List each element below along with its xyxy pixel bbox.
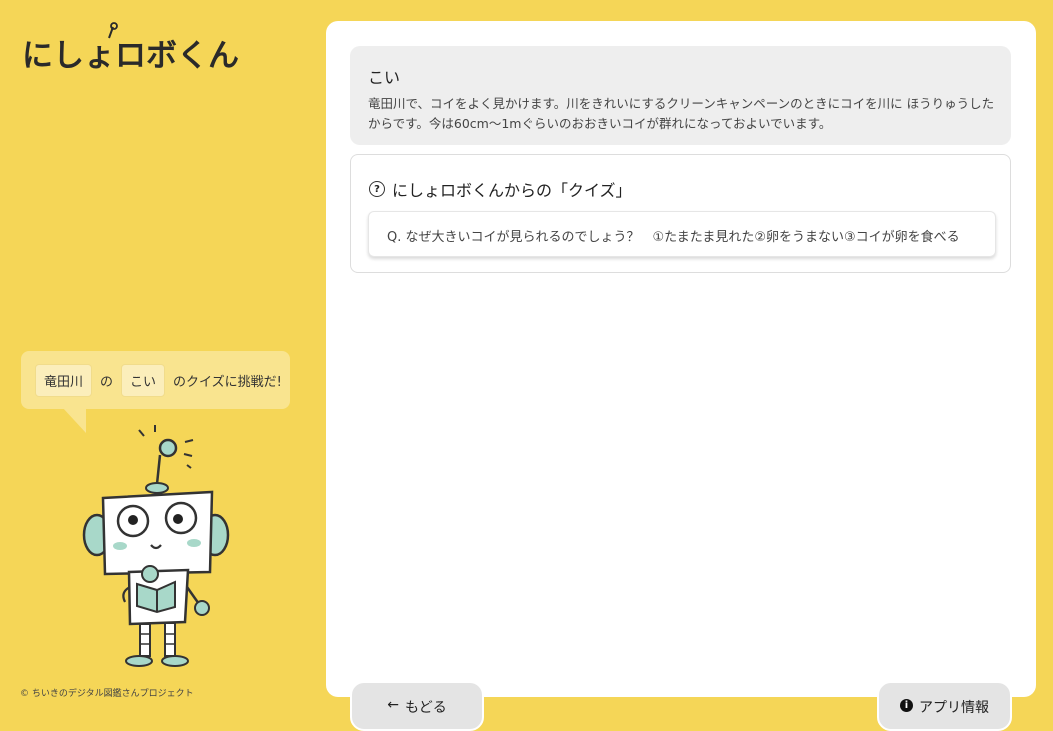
quiz-heading-text: にしょロボくんからの「クイズ」: [392, 181, 632, 200]
fish-chip: こい: [121, 364, 166, 397]
river-chip: 竜田川: [35, 364, 93, 397]
bubble-suffix: のクイズに挑戦だ!: [173, 375, 282, 390]
logo-antenna-icon: [108, 22, 118, 39]
bubble-particle: の: [100, 375, 114, 390]
robot-mascot-image: [82, 425, 230, 667]
quiz-card: ? にしょロボくんからの「クイズ」 Q. なぜ大きいコイが見られるのでしょう？ …: [350, 154, 1011, 273]
fish-title: こい: [368, 68, 401, 87]
help-icon: ?: [369, 181, 385, 197]
speech-bubble: 竜田川 の こい のクイズに挑戦だ!: [21, 351, 290, 409]
fish-description: 竜田川で、コイをよく見かけます。川をきれいにするクリーンキャンペーンのときにコイ…: [368, 96, 995, 131]
app-info-button[interactable]: i アプリ情報: [877, 681, 1012, 731]
fish-info-card: こい 竜田川で、コイをよく見かけます。川をきれいにするクリーンキャンペーンのとき…: [350, 46, 1011, 145]
copyright-text: © ちいきのデジタル図鑑さんプロジェクト: [20, 689, 194, 699]
quiz-question-text: Q. なぜ大きいコイが見られるのでしょう？ ①たまたま見れた②卵をうまない③コイ…: [387, 230, 960, 245]
quiz-question-item[interactable]: Q. なぜ大きいコイが見られるのでしょう？ ①たまたま見れた②卵をうまない③コイ…: [368, 211, 996, 257]
info-icon: i: [900, 699, 913, 712]
app-info-button-label: アプリ情報: [919, 700, 989, 716]
quiz-heading: ? にしょロボくんからの「クイズ」: [369, 177, 632, 201]
content-panel: こい 竜田川で、コイをよく見かけます。川をきれいにするクリーンキャンペーンのとき…: [326, 21, 1036, 697]
back-button[interactable]: ← もどる: [350, 681, 484, 731]
back-button-label: もどる: [405, 700, 447, 716]
app-logo: にしょロボくん: [22, 38, 239, 74]
arrow-left-icon: ←: [387, 697, 399, 713]
